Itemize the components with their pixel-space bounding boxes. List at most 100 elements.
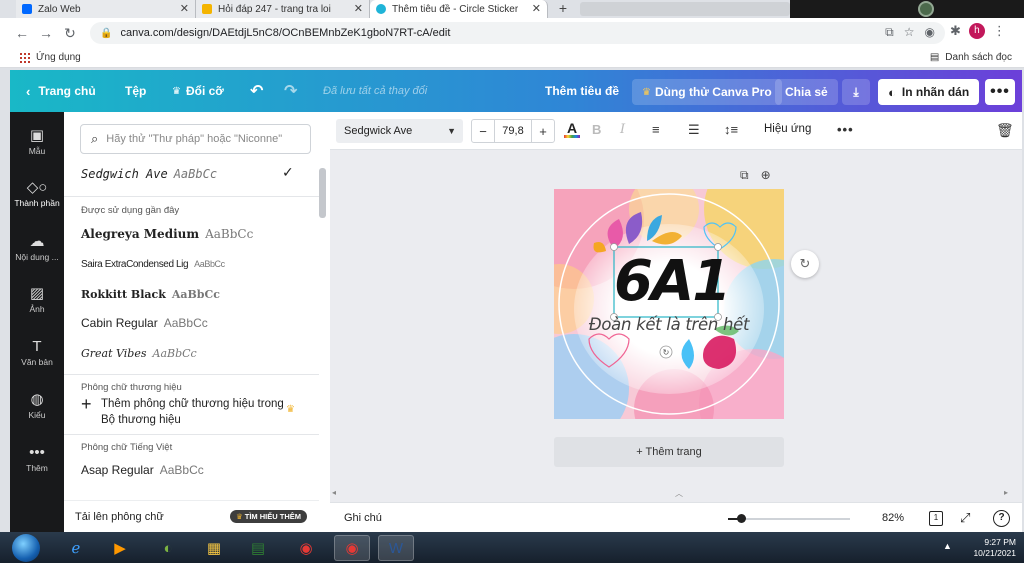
try-pro-button[interactable]: ♛ Dùng thử Canva Pro [632,79,782,105]
editor-bottom-bar: Ghi chú 82% 1 ⤢ ? [330,502,1022,532]
duplicate-page-icon[interactable]: ⧉ [740,168,749,183]
rail-photos[interactable]: ▨ Ảnh [10,284,64,314]
design-title[interactable]: Thêm tiêu đề [545,70,619,112]
italic-icon[interactable]: I [620,122,625,137]
fullscreen-icon[interactable]: ⤢ [960,510,970,526]
design-slogan-text[interactable]: Đoàn kết là trên hết [554,315,784,334]
font-name: Saira ExtraCondensed Lig [81,258,189,270]
font-option[interactable]: Rokkitt Black AaBbCc [81,282,311,306]
trash-icon[interactable]: 🗑 [996,122,1014,139]
rotate-comment-icon[interactable]: ↻ [791,250,819,278]
font-search[interactable]: ⌕ [80,124,311,154]
font-option[interactable]: Cabin Regular AaBbCc [81,311,311,335]
font-option[interactable]: Saira ExtraCondensed Lig AaBbCc [81,252,311,276]
word-icon[interactable]: W [378,535,414,561]
green-app-icon[interactable]: ◐ [150,535,186,561]
system-clock[interactable]: 9:27 PM 10/21/2021 [973,537,1016,559]
minus-icon[interactable]: − [472,124,494,139]
hoidap-favicon-icon [202,4,212,14]
align-center-icon[interactable]: ≡ [652,122,660,137]
bold-icon[interactable]: B [592,122,601,137]
scroll-left-icon[interactable]: ◂ [332,488,336,497]
apps-shortcut[interactable]: Ứng dụng [20,52,81,63]
add-brand-font[interactable]: + Thêm phông chữ thương hiệu trong Bộ th… [81,395,311,428]
reload-icon[interactable]: ↻ [58,25,82,42]
add-page-icon[interactable]: ⊕ [761,168,771,183]
rail-elements[interactable]: ◇○ Thành phần [10,178,64,208]
checkmark-icon: ✓ [282,164,294,180]
design-title-text[interactable]: 6A1 [614,247,731,317]
address-bar[interactable]: 🔒 canva.com/design/DAEtdjL5nC8/OCnBEMnbZ… [90,22,945,44]
effects-button[interactable]: Hiệu ứng [764,123,811,135]
tab-canva-active[interactable]: Thêm tiêu đề - Circle Sticker ✕ [370,0,548,18]
redo-icon[interactable]: ↷ [284,70,297,112]
media-player-icon[interactable]: ▶ [102,535,138,561]
tab-zalo[interactable]: Zalo Web ✕ [16,0,196,18]
list-icon[interactable]: ☰ [688,122,700,138]
zoom-value[interactable]: 82% [882,512,904,524]
rail-text[interactable]: T Văn bản [10,338,64,367]
bookmark-star-icon[interactable]: ☆ [904,25,915,40]
zoom-slider[interactable] [728,514,850,523]
add-page-button[interactable]: + Thêm trang [554,437,784,467]
font-option[interactable]: Asap Regular AaBbCc [81,458,311,482]
rail-templates[interactable]: ▣ Mẫu [10,126,64,156]
rail-styles[interactable]: ◍ Kiểu [10,390,64,420]
excel-icon[interactable]: ▤ [240,535,276,561]
profile-dot-icon[interactable] [918,1,934,17]
design-page[interactable]: ↻ 6A1 Đoàn kết là trên hết [554,189,784,419]
rail-more[interactable]: ••• Thêm [10,444,64,473]
font-option-current[interactable]: Sedgwich Ave AaBbCc [81,162,311,186]
canvas-bottom-edge: ◂ ︿ ▸ [330,488,1022,502]
chrome-profile-icon[interactable]: ◉ [334,535,370,561]
close-icon[interactable]: ✕ [180,2,189,15]
reading-list[interactable]: ▤ Danh sách đọc [930,52,1012,63]
file-explorer-icon[interactable]: ▦ [196,535,232,561]
plus-icon[interactable]: + [532,124,554,139]
download-icon[interactable]: ⤓ [842,79,870,105]
font-family-select[interactable]: Sedgwick Ave ▼ [336,119,463,143]
print-sticker-button[interactable]: ◐ In nhãn dán [878,79,980,105]
close-icon[interactable]: ✕ [532,2,541,15]
collapse-notes-icon[interactable]: ︿ [675,488,683,499]
tray-arrow-icon[interactable]: ▲ [943,541,952,551]
text-color-icon[interactable]: A [564,120,580,138]
puzzle-extensions-icon[interactable]: ✱ [950,23,961,39]
upload-cloud-icon: ☁ [29,233,45,250]
learn-more-button[interactable]: ♛ TÌM HIỂU THÊM [230,510,307,523]
file-menu[interactable]: Tệp [125,70,146,112]
kebab-menu-icon[interactable]: ⋮ [993,23,1006,39]
internet-explorer-icon[interactable]: ℯ [58,535,94,561]
notes-button[interactable]: Ghi chú [344,512,382,524]
more-options-icon[interactable]: ••• [837,122,854,137]
scroll-right-icon[interactable]: ▸ [1004,488,1008,497]
rail-uploads[interactable]: ☁ Nội dung ... [10,232,64,262]
font-option[interactable]: Alegreya Medium AaBbCc [81,222,311,246]
home-link[interactable]: ‹ Trang chủ [26,70,96,112]
page-count-icon[interactable]: 1 [929,511,943,526]
share-button[interactable]: Chia sẻ [775,79,838,105]
install-app-icon[interactable]: ⧉ [885,25,894,40]
clock-date: 10/21/2021 [973,548,1016,558]
font-option[interactable]: Great Vibes AaBbCc [81,341,311,365]
windows-start-icon[interactable] [12,534,40,562]
spacing-icon[interactable]: ↕≡ [724,122,738,137]
new-tab-icon[interactable]: + [553,0,573,18]
undo-icon[interactable]: ↶ [250,70,263,112]
tab-hoidap[interactable]: Hỏi đáp 247 - trang tra loi ✕ [196,0,370,18]
extension-icon[interactable]: ◉ [925,25,935,40]
chrome-icon[interactable]: ◉ [288,535,324,561]
font-search-input[interactable] [106,133,297,145]
forward-arrow-icon[interactable]: → [34,25,58,41]
help-icon[interactable]: ? [993,510,1010,527]
divider [64,374,319,375]
upload-font-link[interactable]: Tải lên phông chữ [75,511,164,523]
font-size-value[interactable]: 79,8 [494,120,532,142]
back-arrow-icon[interactable]: ← [10,25,34,41]
more-options-icon[interactable]: ••• [985,79,1015,105]
resize-button[interactable]: ♛ Đổi cỡ [172,70,224,112]
close-icon[interactable]: ✕ [354,2,363,15]
zoom-slider-handle[interactable] [737,514,746,523]
profile-avatar[interactable]: h [968,23,985,39]
panel-scrollbar[interactable] [319,168,326,218]
